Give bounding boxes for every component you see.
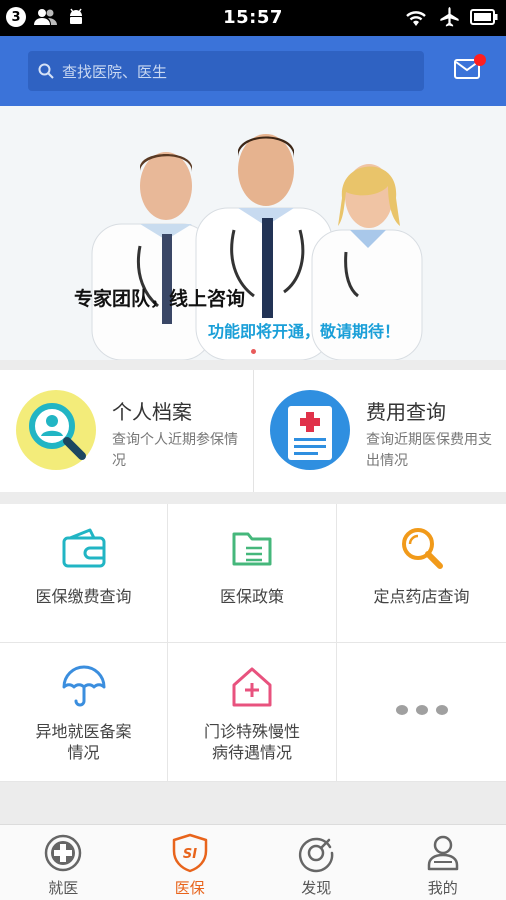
- umbrella-icon: [62, 665, 105, 707]
- card-title: 费用查询: [366, 400, 446, 424]
- promo-banner[interactable]: 专家团队，线上咨询 功能即将开通，敬请期待！: [0, 106, 506, 360]
- record-cards: 个人档案 查询个人近期参保情况 费用查询 查询近期医保费用支出情况: [0, 370, 506, 492]
- magnifier-icon: [401, 528, 443, 569]
- profile-search-icon: [16, 390, 96, 470]
- grid-item-label: 异地就医备案 情况: [35, 722, 132, 762]
- tab-mine[interactable]: 我的: [380, 825, 506, 900]
- battery-icon: [470, 9, 498, 25]
- folder-icon: [232, 532, 272, 566]
- tab-label: 就医: [48, 879, 79, 897]
- card-desc: 查询个人近期参保情况: [112, 432, 238, 469]
- grid-item-remote-medical-filing[interactable]: 异地就医备案 情况: [0, 643, 168, 782]
- svg-text:SI: SI: [183, 847, 197, 862]
- discover-icon: [299, 837, 334, 873]
- grid-item-label: 医保政策: [219, 587, 284, 606]
- grid-item-chronic-disease[interactable]: 门诊特殊慢性 病待遇情况: [168, 643, 337, 782]
- tab-label: 医保: [174, 879, 205, 897]
- feature-grid: 医保缴费查询 医保政策 定点药店查询 异地就医备案 情况 门诊特殊慢性 病待遇情…: [0, 504, 506, 782]
- personal-record-card[interactable]: 个人档案 查询个人近期参保情况: [0, 370, 253, 492]
- bottom-tab-bar: 就医 SI 医保 发现 我的: [0, 824, 506, 900]
- si-shield-icon: SI: [172, 833, 207, 873]
- tab-insurance[interactable]: SI 医保: [127, 825, 254, 900]
- grid-item-insurance-payment[interactable]: 医保缴费查询: [0, 504, 168, 643]
- wallet-icon: [62, 528, 105, 568]
- tab-medical[interactable]: 就医: [0, 825, 127, 900]
- grid-item-label: 门诊特殊慢性 病待遇情况: [203, 722, 300, 762]
- search-icon: [38, 63, 54, 79]
- banner-page-indicator: [251, 349, 256, 354]
- tab-discover[interactable]: 发现: [253, 825, 380, 900]
- grid-item-label: 医保缴费查询: [35, 587, 132, 606]
- grid-item-label: 定点药店查询: [373, 587, 470, 606]
- expense-query-card[interactable]: 费用查询 查询近期医保费用支出情况: [253, 370, 506, 492]
- person-icon: [427, 835, 458, 871]
- search-input[interactable]: 查找医院、医生: [28, 51, 424, 91]
- grid-item-insurance-policy[interactable]: 医保政策: [168, 504, 337, 643]
- banner-subtitle: 功能即将开通，敬请期待！: [208, 322, 401, 341]
- messages-button[interactable]: [454, 54, 486, 84]
- unread-dot: [474, 54, 486, 66]
- tab-label: 发现: [301, 879, 332, 897]
- clinic-house-icon: [232, 667, 272, 707]
- tab-label: 我的: [427, 879, 458, 897]
- medical-cross-icon: [45, 834, 82, 872]
- medical-bill-icon: [270, 390, 350, 470]
- airplane-icon: [440, 7, 459, 27]
- app-header: 查找医院、医生: [0, 36, 506, 106]
- wifi-icon: [406, 11, 426, 26]
- grid-item-pharmacy-query[interactable]: 定点药店查询: [337, 504, 506, 643]
- more-dots-icon: [395, 705, 448, 715]
- card-title: 个人档案: [112, 400, 192, 424]
- card-desc: 查询近期医保费用支出情况: [366, 432, 492, 469]
- grid-item-more[interactable]: [337, 643, 506, 782]
- banner-title: 专家团队，线上咨询: [74, 288, 246, 310]
- status-bar: 3 15:57: [0, 0, 506, 36]
- search-placeholder: 查找医院、医生: [62, 62, 168, 81]
